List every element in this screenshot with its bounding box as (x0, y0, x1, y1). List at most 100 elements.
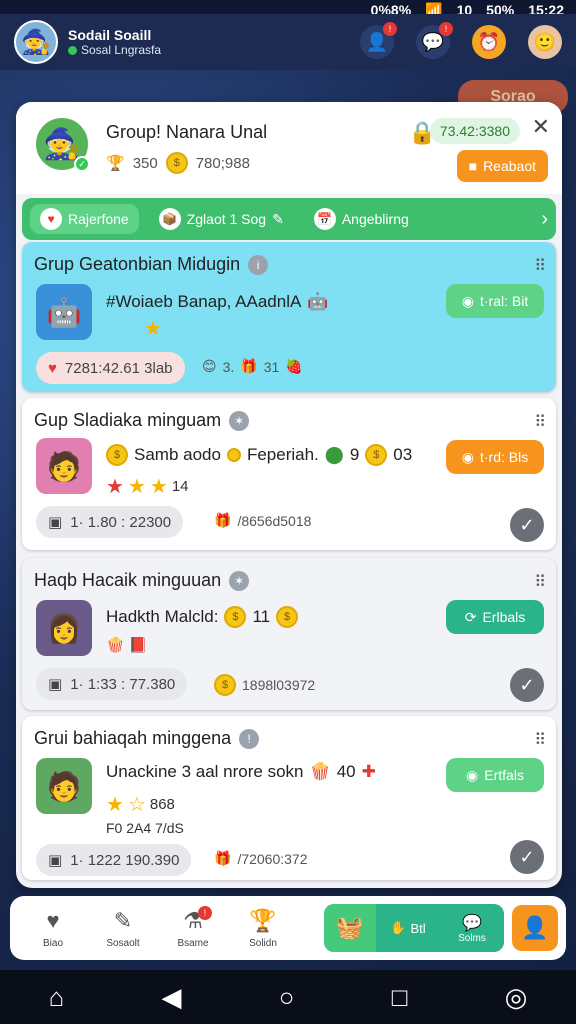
heart-icon: ♥ (46, 907, 60, 933)
info-icon[interactable]: ! (239, 728, 260, 749)
join-button[interactable]: ◉ Ertfals (446, 758, 544, 792)
group-item[interactable]: Gup Sladiaka minguam ✶ ⠿ 🧑 $ Samb aodo F… (22, 398, 556, 550)
info-icon[interactable]: i (248, 254, 269, 275)
report-button[interactable]: ■ Reabaot (456, 150, 548, 182)
group-item-counts: 😊 3. 🎁 31 🍓 (202, 358, 303, 375)
group-item-title: Grup Geatonbian Midugin i (34, 254, 269, 275)
fruit-icon: 🍓 (285, 358, 303, 374)
back-icon[interactable]: ◀ (162, 982, 182, 1013)
coin-icon: $ (165, 152, 188, 174)
user-avatar[interactable]: 🧙 (14, 20, 58, 64)
group-item[interactable]: Grup Geatonbian Midugin i ⠿ 🤖 #Woiaeb Ba… (22, 242, 556, 392)
group-item-title: Grui bahiaqah minggena ! (34, 728, 260, 749)
info-icon[interactable]: ✶ (229, 410, 250, 431)
assistant-icon[interactable]: ◎ (505, 982, 528, 1013)
group-item-stat-text: 1· 1222 190.390 (70, 851, 180, 869)
group-item-line-text: #Woiaeb Banap, AAadnlA (106, 292, 302, 311)
popcorn-icon: 🍿 (309, 762, 331, 781)
heart-icon: ♥ (48, 359, 57, 377)
notification-badge: ! (383, 22, 397, 36)
person-add-icon[interactable]: 👤! (360, 22, 397, 59)
tab-angeblirng[interactable]: 📅 Angeblirng (304, 204, 419, 234)
group-item-avatar: 🤖 (36, 284, 92, 340)
group-item-extras: 🍿 📕 (106, 636, 147, 654)
refresh-icon: ⟳ (464, 608, 477, 625)
check-icon[interactable]: ✓ (510, 840, 544, 874)
calendar-icon: 📅 (313, 208, 336, 230)
gift-text: /8656d5018 (237, 512, 312, 529)
join-button[interactable]: ◉ t·ral: Bit (446, 284, 544, 318)
group-item[interactable]: Haqb Hacaik minguuan ✶ ⠿ 👩 Hadkth Malcld… (22, 558, 556, 710)
group-item-title-text: Grui bahiaqah minggena (34, 728, 232, 748)
group-item-line: Hadkth Malcld: $ 11 $ (106, 606, 299, 628)
coin-icon: $ (106, 444, 128, 466)
check-icon[interactable]: ✓ (510, 668, 544, 702)
group-item[interactable]: Grui bahiaqah minggena ! ⠿ 🧑 Unackine 3 … (22, 716, 556, 880)
profile-avatar-icon[interactable]: 🙂 (528, 25, 562, 59)
count-2: 31 (263, 358, 280, 375)
chevron-right-icon[interactable]: › (541, 208, 548, 231)
group-item-stat-text: 1· 1:33 : 77.380 (70, 675, 176, 693)
coin-icon: $ (365, 444, 388, 466)
user-status-text: Sosal Lngrasfa (81, 43, 162, 57)
drag-handle-icon[interactable]: ⠿ (534, 572, 546, 592)
basket-icon[interactable]: 🧺 (324, 904, 376, 952)
tab-label: Angeblirng (341, 211, 409, 227)
nav-item-solidn[interactable]: 🏆 Solidn (228, 908, 298, 949)
group-item-line-text: Hadkth Malcld: (106, 607, 219, 626)
group-item-line: #Woiaeb Banap, AAadnlA 🤖 (106, 292, 329, 312)
recents-icon[interactable]: □ (392, 982, 408, 1013)
verified-icon: ✓ (74, 156, 90, 172)
report-icon: ■ (468, 158, 478, 174)
nav-item-bsame[interactable]: ⚗ ! Bsame (158, 905, 228, 949)
gift-icon: 🎁 (214, 850, 232, 866)
tab-rajerfone[interactable]: ♥ Rajerfone (30, 204, 139, 234)
nav-item-biao[interactable]: ♥ Biao (18, 908, 88, 949)
drag-handle-icon[interactable]: ⠿ (534, 412, 546, 432)
group-item-gift: $ 1898l03972 (214, 674, 315, 696)
check-icon[interactable]: ✓ (510, 508, 544, 542)
star-icon: ★ (149, 476, 168, 498)
group-item-stat: ♥ 7281:42.61 3lab (36, 352, 185, 384)
group-item-gift: 🎁 /8656d5018 (214, 512, 311, 529)
star-icon: ☆ (127, 794, 146, 816)
nav-green-item-2[interactable]: 💬 Solms (440, 913, 504, 944)
nav-green-item[interactable]: ✋ Btl (376, 920, 440, 936)
ribbon-icon: ✚ (361, 762, 376, 781)
group-item-count: 40 (336, 762, 356, 781)
notification-badge: ! (439, 22, 453, 36)
action-label: Ertfals (484, 767, 524, 783)
join-button[interactable]: ◉ t·rd: Bls (446, 440, 544, 474)
group-item-line-text: Samb aodo (134, 445, 221, 464)
group-stats: 🏆 350 $ 780;988 (106, 152, 250, 174)
nav-label: Solidn (249, 937, 277, 949)
app-header: 🧙 Sodail Soaill Sosal Lngrasfa 👤! 💬! ⏰ 🙂 (0, 14, 576, 70)
home-circle-icon[interactable]: ○ (279, 982, 295, 1013)
online-dot-icon (68, 45, 77, 55)
home-icon[interactable]: ⌂ (49, 982, 65, 1013)
chat-icon[interactable]: 💬! (416, 22, 453, 59)
close-icon[interactable]: ✕ (532, 114, 550, 140)
info-icon[interactable]: ✶ (229, 570, 250, 591)
profile-button[interactable]: 👤 (512, 905, 558, 951)
group-stat-2: 780;988 (195, 154, 250, 172)
group-avatar[interactable]: 🧙 ✓ (34, 116, 90, 172)
gift-icon: 🎁 (240, 358, 258, 374)
group-item-stars: ★ (144, 316, 162, 341)
edit-icon: ✎ (113, 907, 133, 933)
nav-green-bar[interactable]: 🧺 ✋ Btl 💬 Solms (324, 904, 504, 952)
nav-item-sosaolt[interactable]: ✎ Sosaolt (88, 908, 158, 949)
tab-zglaot[interactable]: 📦 Zglaot 1 Sog ✎ (149, 204, 294, 234)
group-item-title: Gup Sladiaka minguam ✶ (34, 410, 250, 431)
action-label: Erlbals (482, 609, 526, 625)
drag-handle-icon[interactable]: ⠿ (534, 256, 546, 276)
join-button[interactable]: ⟳ Erlbals (446, 600, 544, 634)
clock-icon[interactable]: ⏰ (472, 25, 506, 59)
group-item-stat-text: 7281:42.61 3lab (64, 359, 173, 377)
gift-icon: 🎁 (214, 512, 232, 528)
count-1: 3. (222, 358, 235, 375)
drag-handle-icon[interactable]: ⠿ (534, 730, 546, 750)
group-item-avatar: 🧑 (36, 758, 92, 814)
nav-label: Bsame (177, 937, 209, 949)
header-icons: 👤! 💬! ⏰ 🙂 (360, 22, 562, 59)
